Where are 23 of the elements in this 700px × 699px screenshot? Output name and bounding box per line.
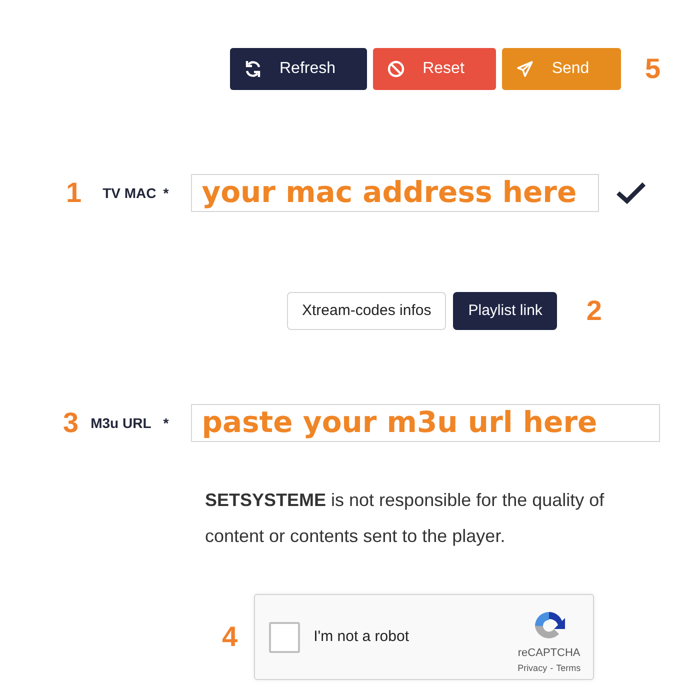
refresh-icon bbox=[244, 60, 262, 78]
paper-plane-icon bbox=[516, 60, 534, 78]
step-number: 2 bbox=[586, 297, 602, 325]
required-mark: * bbox=[163, 414, 169, 432]
ban-icon bbox=[387, 60, 405, 78]
required-mark: * bbox=[163, 184, 169, 202]
source-option-tab[interactable]: Playlist link bbox=[453, 292, 558, 330]
disclaimer-text: SETSYSTEME is not responsible for the quality of content or contents sent to the player. bbox=[205, 489, 606, 548]
step-number: 5 bbox=[645, 55, 661, 83]
source-option-tab[interactable]: Xtream-codes infos bbox=[287, 292, 446, 330]
terms-link[interactable]: Terms bbox=[556, 662, 581, 675]
step-number: 4 bbox=[222, 623, 238, 651]
reset-button[interactable]: Reset bbox=[373, 48, 496, 90]
link-separator: - bbox=[550, 662, 554, 674]
privacy-link[interactable]: Privacy bbox=[518, 662, 548, 675]
step-number: 3 bbox=[63, 409, 79, 437]
recaptcha-brand: reCAPTCHA bbox=[518, 646, 580, 661]
captcha-label: I'm not a robot bbox=[314, 626, 410, 647]
url-label: M3u URL bbox=[90, 414, 152, 432]
mac-label: TV MAC bbox=[102, 184, 156, 202]
step-number: 1 bbox=[66, 179, 82, 207]
refresh-button[interactable]: Refresh bbox=[230, 48, 367, 90]
captcha-checkbox[interactable] bbox=[268, 622, 300, 652]
